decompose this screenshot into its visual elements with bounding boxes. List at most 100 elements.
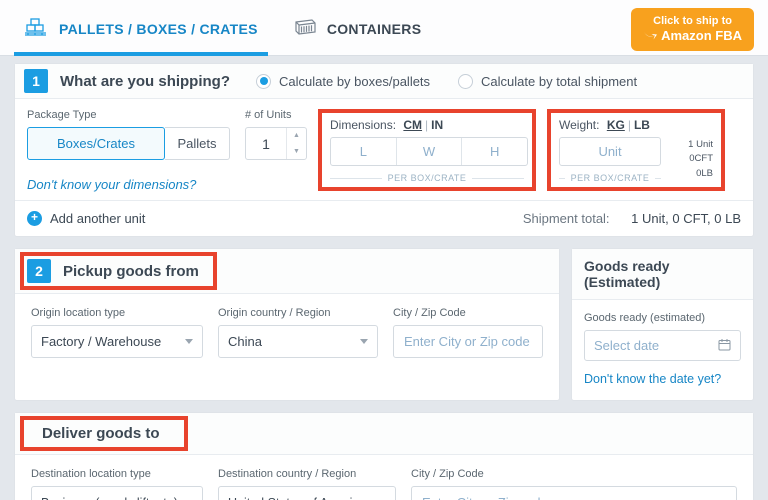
weight-unit-separator: | bbox=[628, 118, 631, 132]
destination-location-type-field: Destination location type Business (need… bbox=[31, 468, 203, 500]
amazon-fba-button[interactable]: Click to ship to Amazon FBA bbox=[631, 8, 754, 51]
dimensions-annotation-box: Dimensions: CM|IN PER BOX/CRATE bbox=[318, 109, 536, 191]
destination-country-select[interactable]: United States of America bbox=[218, 486, 396, 500]
deliver-card: Deliver goods to Destination location ty… bbox=[14, 412, 754, 500]
shipping-card-header: 1 What are you shipping? Calculate by bo… bbox=[15, 64, 753, 99]
origin-country-label: Origin country / Region bbox=[218, 307, 378, 319]
weight-unit-lb[interactable]: LB bbox=[634, 118, 650, 132]
shipping-card: 1 What are you shipping? Calculate by bo… bbox=[14, 63, 754, 237]
dimensions-unit-in[interactable]: IN bbox=[431, 118, 443, 132]
destination-city-input[interactable] bbox=[411, 486, 737, 500]
origin-country-value: China bbox=[228, 334, 262, 349]
dont-know-dimensions-link[interactable]: Don't know your dimensions? bbox=[27, 177, 196, 192]
goods-ready-body: Goods ready (estimated) Select date Don'… bbox=[572, 300, 753, 400]
deliver-title-annotation-box: Deliver goods to bbox=[20, 416, 188, 451]
weight-unit-row: Weight: KG|LB bbox=[559, 118, 713, 132]
dimensions-label: Dimensions: bbox=[330, 118, 396, 132]
calc-mode-radio-group: Calculate by boxes/pallets Calculate by … bbox=[256, 74, 637, 89]
weight-input-row: PER BOX/CRATE 1 Unit 0CFT 0LB bbox=[559, 137, 713, 183]
unit-summary: 1 Unit 0CFT 0LB bbox=[669, 137, 713, 183]
destination-location-type-value: Business (needs liftgate) bbox=[41, 496, 178, 500]
goods-ready-label: Goods ready (estimated) bbox=[584, 312, 741, 324]
boxes-crates-button[interactable]: Boxes/Crates bbox=[27, 127, 165, 160]
weight-input-column: PER BOX/CRATE bbox=[559, 137, 661, 183]
row-pickup-goods-ready: 2 Pickup goods from Origin location type… bbox=[14, 248, 754, 412]
radio-calc-by-boxes-label: Calculate by boxes/pallets bbox=[279, 74, 430, 89]
plus-icon: + bbox=[27, 211, 42, 226]
goods-ready-date-placeholder: Select date bbox=[594, 338, 659, 353]
destination-country-field: Destination country / Region United Stat… bbox=[218, 468, 396, 500]
deliver-form-row: Destination location type Business (need… bbox=[15, 455, 753, 500]
pickup-title-annotation-box: 2 Pickup goods from bbox=[20, 252, 217, 290]
origin-country-select[interactable]: China bbox=[218, 325, 378, 358]
radio-unselected-icon bbox=[458, 74, 473, 89]
weight-label: Weight: bbox=[559, 118, 599, 132]
unit-summary-lb: 0LB bbox=[669, 167, 713, 181]
destination-location-type-select[interactable]: Business (needs liftgate) bbox=[31, 486, 203, 500]
units-stepper[interactable]: 1 ▲ ▼ bbox=[245, 127, 307, 160]
amazon-fba-line2: Amazon FBA bbox=[661, 28, 742, 45]
radio-calc-by-boxes[interactable]: Calculate by boxes/pallets bbox=[256, 74, 430, 89]
package-type-column: Package Type Boxes/Crates Pallets Don't … bbox=[27, 109, 234, 194]
shipment-total-label: Shipment total: bbox=[523, 211, 610, 226]
dimensions-unit-cm[interactable]: CM bbox=[403, 118, 422, 132]
tab-pallets-boxes-crates[interactable]: PALLETS / BOXES / CRATES bbox=[14, 3, 268, 56]
add-another-unit-link[interactable]: + Add another unit bbox=[27, 211, 145, 226]
length-input[interactable] bbox=[331, 138, 396, 165]
chevron-down-icon bbox=[185, 339, 193, 344]
width-input[interactable] bbox=[396, 138, 462, 165]
shipping-card-footer: + Add another unit Shipment total: 1 Uni… bbox=[15, 200, 753, 236]
deliver-card-header: Deliver goods to bbox=[15, 413, 753, 455]
amazon-fba-line1: Click to ship to bbox=[643, 14, 742, 28]
origin-country-field: Origin country / Region China bbox=[218, 307, 378, 358]
origin-location-type-select[interactable]: Factory / Warehouse bbox=[31, 325, 203, 358]
shipment-total: Shipment total: 1 Unit, 0 CFT, 0 LB bbox=[523, 211, 741, 226]
deliver-title: Deliver goods to bbox=[42, 425, 160, 442]
weight-unit-kg[interactable]: KG bbox=[607, 118, 625, 132]
dimensions-input-group bbox=[330, 137, 528, 166]
origin-location-type-field: Origin location type Factory / Warehouse bbox=[31, 307, 203, 358]
origin-city-label: City / Zip Code bbox=[393, 307, 543, 319]
unit-summary-cft: 0CFT bbox=[669, 152, 713, 166]
units-increment-icon[interactable]: ▲ bbox=[287, 128, 306, 144]
weight-input[interactable] bbox=[559, 137, 661, 166]
destination-city-label: City / Zip Code bbox=[411, 468, 737, 480]
destination-country-value: United States of America bbox=[228, 496, 366, 500]
destination-country-label: Destination country / Region bbox=[218, 468, 396, 480]
pickup-form-row: Origin location type Factory / Warehouse… bbox=[15, 294, 559, 374]
package-type-label: Package Type bbox=[27, 109, 234, 121]
shipment-total-value: 1 Unit, 0 CFT, 0 LB bbox=[631, 211, 741, 226]
origin-location-type-label: Origin location type bbox=[31, 307, 203, 319]
origin-location-type-value: Factory / Warehouse bbox=[41, 334, 161, 349]
chevron-down-icon bbox=[360, 339, 368, 344]
pickup-card: 2 Pickup goods from Origin location type… bbox=[14, 248, 560, 401]
radio-calc-by-total[interactable]: Calculate by total shipment bbox=[458, 74, 637, 89]
dimensions-unit-row: Dimensions: CM|IN bbox=[330, 118, 524, 132]
pickup-card-header: 2 Pickup goods from bbox=[15, 249, 559, 294]
goods-ready-card: Goods ready (Estimated) Goods ready (est… bbox=[571, 248, 754, 401]
destination-city-field: City / Zip Code bbox=[411, 468, 737, 500]
page-content: 1 What are you shipping? Calculate by bo… bbox=[0, 56, 768, 500]
goods-ready-date-picker[interactable]: Select date bbox=[584, 330, 741, 361]
units-decrement-icon[interactable]: ▼ bbox=[287, 144, 306, 160]
pallets-button[interactable]: Pallets bbox=[165, 127, 230, 160]
step-1-badge: 1 bbox=[24, 69, 48, 93]
height-input[interactable] bbox=[461, 138, 527, 165]
dimensions-unit-separator: | bbox=[425, 118, 428, 132]
shipping-card-body: Package Type Boxes/Crates Pallets Don't … bbox=[15, 99, 753, 200]
pallet-icon bbox=[24, 17, 50, 40]
units-stepper-arrows: ▲ ▼ bbox=[286, 128, 306, 159]
pickup-title: Pickup goods from bbox=[63, 263, 199, 280]
tab-containers-label: CONTAINERS bbox=[327, 21, 422, 37]
weight-per-box-label: PER BOX/CRATE bbox=[571, 173, 650, 183]
dont-know-date-link[interactable]: Don't know the date yet? bbox=[584, 372, 721, 386]
units-value[interactable]: 1 bbox=[246, 128, 286, 159]
tab-containers[interactable]: CONTAINERS bbox=[282, 3, 432, 56]
units-label: # of Units bbox=[245, 109, 307, 121]
add-another-unit-label: Add another unit bbox=[50, 211, 145, 226]
origin-city-input[interactable] bbox=[393, 325, 543, 358]
origin-city-field: City / Zip Code bbox=[393, 307, 543, 358]
package-type-toggle: Boxes/Crates Pallets bbox=[27, 127, 234, 160]
unit-summary-units: 1 Unit bbox=[669, 138, 713, 152]
weight-per-box-row: PER BOX/CRATE bbox=[559, 173, 661, 183]
